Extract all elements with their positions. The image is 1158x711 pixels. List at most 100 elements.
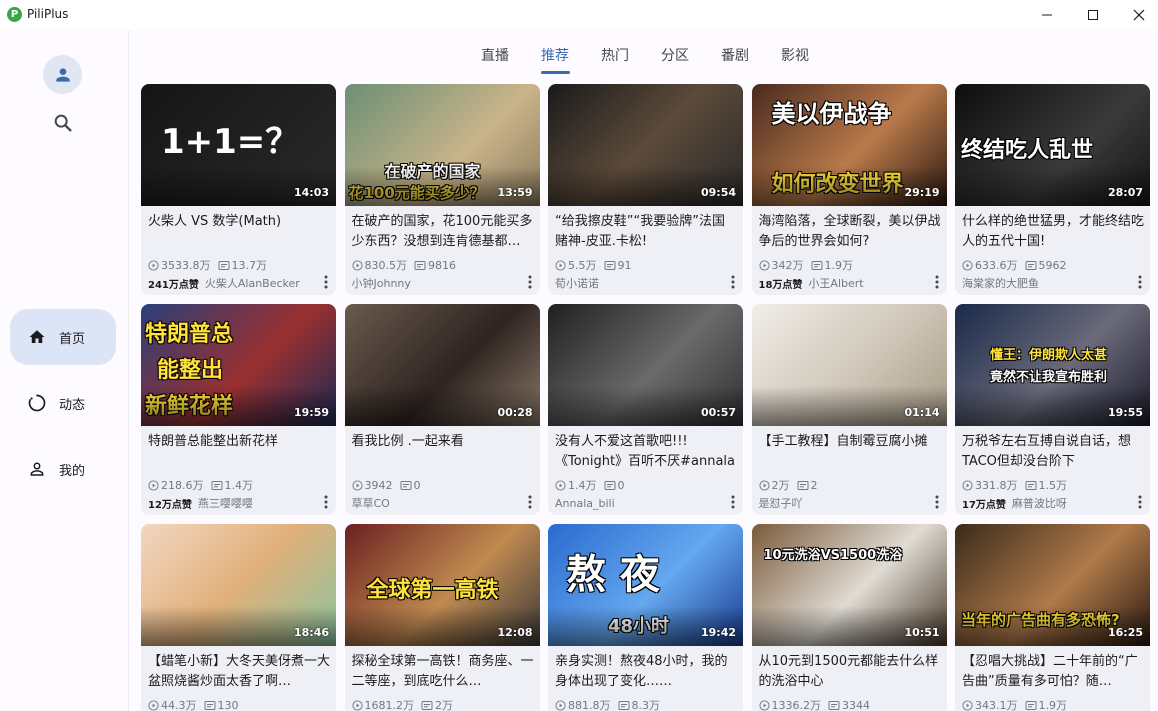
tab-movies[interactable]: 影视 — [781, 45, 809, 65]
maximize-button[interactable] — [1070, 0, 1116, 30]
video-card[interactable]: 特朗普总能整出新鲜花样19:59特朗普总能整出新花样218.6万1.4万12万点… — [141, 304, 336, 515]
thumbnail-overlay-text: 特朗普总 — [145, 322, 234, 347]
video-author[interactable]: Annala_bili — [555, 497, 615, 510]
sidebar-item-home[interactable]: 首页 — [10, 309, 116, 365]
view-count: 1.4万 — [568, 479, 597, 492]
view-count: 633.6万 — [975, 259, 1018, 272]
video-title[interactable]: 特朗普总能整出新花样 — [148, 432, 330, 472]
video-thumbnail[interactable]: 01:14 — [751, 304, 947, 426]
tab-recommend[interactable]: 推荐 — [541, 45, 569, 65]
more-options-button[interactable] — [727, 273, 739, 291]
search-button[interactable] — [48, 108, 78, 138]
video-card[interactable]: 熬 夜48小时19:42 亲身实测！熬夜48小时，我的身体出现了变化…… 881.8… — [548, 524, 743, 711]
tab-category[interactable]: 分区 — [661, 45, 689, 65]
tab-anime[interactable]: 番剧 — [721, 45, 749, 65]
video-title[interactable]: 从10元到1500元都能去什么样的洗浴中心 — [759, 652, 941, 692]
video-author[interactable]: 火柴人AlanBecker — [205, 275, 300, 291]
more-options-button[interactable] — [320, 273, 332, 291]
video-card[interactable]: 01:14 【手工教程】自制霉豆腐小摊 2万 2 是怼子吖 — [751, 304, 947, 515]
danmaku-icon — [1025, 480, 1036, 490]
danmaku-count: 9816 — [428, 258, 456, 272]
video-title[interactable]: 【手工教程】自制霉豆腐小摊 — [759, 432, 941, 472]
video-thumbnail[interactable]: 当年的广告曲有多恐怖?16:25 — [955, 524, 1150, 646]
video-title[interactable]: 海湾陷落，全球断裂，美以伊战争后的世界会如何? — [759, 212, 941, 252]
video-author[interactable]: 燕三嘤嘤嘤 — [198, 495, 253, 511]
view-count: 331.8万 — [975, 479, 1018, 492]
video-title[interactable]: 在破产的国家，花100元能买多少东西？没想到连肯德基都… — [352, 212, 534, 252]
video-card[interactable]: 00:57 没有人不爱这首歌吧!!!《Tonight》百听不厌#annala 1.4… — [548, 304, 743, 515]
video-duration: 19:42 — [700, 626, 736, 639]
thumbnail-overlay-text: 终结吃人乱世 — [961, 138, 1094, 163]
video-author[interactable]: 草草CO — [352, 495, 390, 511]
video-card[interactable]: 在破产的国家花100元能买多少？13:59 在破产的国家，花100元能买多少东西？… — [344, 84, 540, 295]
video-thumbnail[interactable]: 09:54 — [548, 84, 743, 206]
video-thumbnail[interactable]: 熬 夜48小时19:42 — [548, 524, 743, 646]
tab-hot[interactable]: 热门 — [601, 45, 629, 65]
video-thumbnail[interactable]: 懂王：伊朗欺人太甚 竟然不让我宣布胜利 19:55 — [955, 304, 1150, 426]
avatar[interactable] — [43, 55, 82, 94]
video-title[interactable]: 【蜡笔小新】大冬天美伢煮一大盆照烧酱炒面太香了啊… — [148, 652, 330, 692]
video-author[interactable]: 荀小诺诺 — [555, 275, 599, 291]
video-thumbnail[interactable]: 1+1=？ 14:03 — [141, 84, 336, 206]
close-button[interactable] — [1116, 0, 1158, 30]
video-author[interactable]: 是怼子吖 — [759, 495, 803, 511]
video-thumbnail[interactable]: 全球第一高铁 12:08 — [344, 524, 540, 646]
video-card[interactable]: 当年的广告曲有多恐怖?16:25 【忍唱大挑战】二十年前的“广告曲”质量有多可怕？… — [955, 524, 1150, 711]
more-options-button[interactable] — [1134, 493, 1146, 511]
video-thumbnail[interactable]: 18:46 — [141, 524, 336, 646]
video-card[interactable]: 美以伊战争如何改变世界29:19 海湾陷落，全球断裂，美以伊战争后的世界会如何? 3… — [751, 84, 947, 295]
video-title[interactable]: 什么样的绝世猛男，才能终结吃人的五代十国! — [962, 212, 1144, 252]
danmaku-icon — [1025, 700, 1036, 710]
video-author[interactable]: 麻普波比呀 — [1012, 495, 1067, 511]
video-title[interactable]: 看我比例 .一起来看 — [352, 432, 534, 472]
more-options-button[interactable] — [727, 493, 739, 511]
more-options-button[interactable] — [931, 273, 943, 291]
video-card[interactable]: 懂王：伊朗欺人太甚 竟然不让我宣布胜利 19:55 万税爷左右互搏自说自话，想TACO… — [955, 304, 1150, 515]
video-card[interactable]: 1+1=？ 14:03 火柴人 VS 数学(Math) 3533.8万 13.7万 241… — [141, 84, 336, 295]
video-title[interactable]: 亲身实测！熬夜48小时，我的身体出现了变化…… — [555, 652, 737, 692]
more-options-button[interactable] — [524, 273, 536, 291]
video-title[interactable]: 没有人不爱这首歌吧!!!《Tonight》百听不厌#annala — [555, 432, 737, 472]
more-options-button[interactable] — [524, 493, 536, 511]
danmaku-icon — [828, 700, 840, 710]
video-author[interactable]: 小王Albert — [808, 275, 863, 291]
video-thumbnail[interactable]: 00:28 — [344, 304, 540, 426]
video-meta: 荀小诺诺 — [555, 276, 599, 290]
video-meta: 17万点赞 麻普波比呀 — [962, 495, 1067, 511]
video-thumbnail[interactable]: 美以伊战争如何改变世界29:19 — [751, 84, 947, 206]
video-card[interactable]: 09:54 “给我擦皮鞋”“我要验牌”法国赌神-皮亚.卡松! 5.5万 91 荀小诺诺 — [548, 84, 743, 295]
video-duration: 12:08 — [497, 626, 533, 639]
video-stats: 331.8万 1.5万 — [962, 478, 1074, 492]
video-author[interactable]: 小钟Johnny — [352, 275, 411, 291]
video-thumbnail[interactable]: 10元洗浴VS1500洗浴 10:51 — [751, 524, 947, 646]
more-vert-icon — [324, 275, 328, 289]
video-card[interactable]: 00:28 看我比例 .一起来看 3942 0 草草CO — [344, 304, 540, 515]
video-title[interactable]: 万税爷左右互搏自说自话，想TACO但却没台阶下 — [962, 432, 1144, 472]
video-card[interactable]: 终结吃人乱世 28:07 什么样的绝世猛男，才能终结吃人的五代十国! 633.6万 59… — [955, 84, 1150, 295]
more-options-button[interactable] — [1134, 273, 1146, 291]
video-thumbnail[interactable]: 终结吃人乱世 28:07 — [955, 84, 1150, 206]
video-card[interactable]: 10元洗浴VS1500洗浴 10:51 从10元到1500元都能去什么样的洗浴中心 1… — [751, 524, 947, 711]
thumbnail-overlay-text: 懂王：伊朗欺人太甚 — [990, 348, 1108, 363]
video-title[interactable]: 【忍唱大挑战】二十年前的“广告曲”质量有多可怕？随… — [962, 652, 1144, 692]
minimize-button[interactable] — [1024, 0, 1070, 30]
tab-live[interactable]: 直播 — [481, 45, 509, 65]
video-duration: 00:28 — [497, 406, 533, 419]
app-window: P PiliPlus 首页 动态 我的 直播 推荐 热门 分区 番剧 影视 1+… — [0, 0, 1158, 711]
video-author[interactable]: 海棠家的大肥鱼 — [962, 275, 1039, 291]
video-card[interactable]: 18:46 【蜡笔小新】大冬天美伢煮一大盆照烧酱炒面太香了啊… 44.3万 130 — [141, 524, 336, 711]
sidebar-item-mine[interactable]: 我的 — [10, 441, 116, 497]
video-title[interactable]: “给我擦皮鞋”“我要验牌”法国赌神-皮亚.卡松! — [555, 212, 737, 252]
video-thumbnail[interactable]: 特朗普总能整出新鲜花样19:59 — [141, 304, 336, 426]
video-duration: 00:57 — [700, 406, 736, 419]
video-title[interactable]: 探秘全球第一高铁！商务座、一二等座，到底吃什么… — [352, 652, 534, 692]
like-badge: 17万点赞 — [962, 499, 1006, 511]
video-card[interactable]: 全球第一高铁 12:08 探秘全球第一高铁！商务座、一二等座，到底吃什么… 1681.… — [344, 524, 540, 711]
video-thumbnail[interactable]: 在破产的国家花100元能买多少？13:59 — [344, 84, 540, 206]
more-options-button[interactable] — [931, 493, 943, 511]
video-title[interactable]: 火柴人 VS 数学(Math) — [148, 212, 330, 252]
sidebar-item-dynamic[interactable]: 动态 — [10, 375, 116, 431]
danmaku-count: 3344 — [842, 698, 870, 711]
video-thumbnail[interactable]: 00:57 — [548, 304, 743, 426]
more-options-button[interactable] — [320, 493, 332, 511]
